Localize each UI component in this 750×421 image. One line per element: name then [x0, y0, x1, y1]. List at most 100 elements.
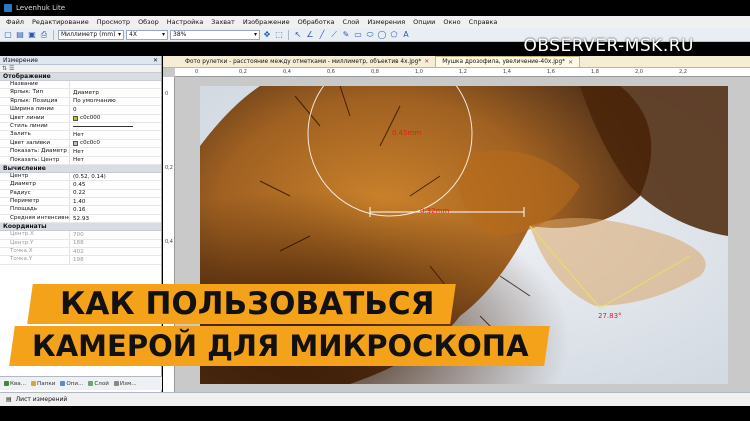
prop-key: Радиус: [0, 189, 70, 198]
prop-row[interactable]: Залить Нет: [0, 131, 161, 140]
prop-row[interactable]: Ярлык: Позиция По умолчанию: [0, 97, 161, 107]
prop-value: По умолчанию: [73, 98, 116, 105]
measure-sheet-tab[interactable]: Лист измерений: [16, 396, 68, 403]
ruler-label: 2,2: [679, 69, 687, 75]
bottom-bar: [0, 406, 750, 421]
print-icon[interactable]: ⎙: [39, 30, 49, 40]
menu-view[interactable]: Просмотр: [93, 18, 134, 26]
prop-row[interactable]: Центр (0.52, 0.14): [0, 172, 161, 182]
diameter-label: 0.45mm: [392, 129, 422, 137]
unit-select[interactable]: Миллиметр (mm) ▾: [58, 29, 124, 40]
tab-layer[interactable]: Слой: [86, 380, 111, 388]
menu-browse[interactable]: Обзор: [134, 18, 163, 26]
tab-label: Слой: [94, 380, 109, 387]
prop-row[interactable]: Показать: Диаметр / ...Нет: [0, 148, 161, 157]
tab-folders[interactable]: Папки: [29, 380, 57, 388]
prop-row[interactable]: Стиль линии: [0, 122, 161, 132]
polyline-tool-icon[interactable]: ⟋: [329, 30, 339, 40]
fill-color-value: c0c0c0: [80, 140, 100, 147]
prop-row[interactable]: Периметр 1.40: [0, 198, 161, 207]
close-icon[interactable]: ✕: [424, 58, 429, 65]
prop-key: Ярлык: Тип: [0, 89, 70, 97]
close-icon[interactable]: ✕: [568, 59, 573, 66]
prop-key: Центр: [0, 172, 70, 181]
prop-row[interactable]: Название: [0, 81, 161, 90]
prop-row[interactable]: Центр.Y 188: [0, 239, 161, 249]
menu-window[interactable]: Окно: [439, 18, 464, 26]
zoom-select[interactable]: 38% ▾: [170, 29, 260, 40]
prop-key: Средняя интенсивно...: [0, 214, 70, 223]
menu-help[interactable]: Справка: [465, 18, 502, 26]
prop-value: 0.45: [73, 181, 86, 188]
arrow-tool-icon[interactable]: ↖: [293, 30, 303, 40]
tab-camera[interactable]: Ква...: [2, 380, 28, 388]
ruler-label: 2,0: [635, 69, 643, 75]
section-calculation[interactable]: Вычисление: [0, 164, 161, 173]
new-icon[interactable]: ▢: [3, 30, 13, 40]
pen-tool-icon[interactable]: ✎: [341, 30, 351, 40]
prop-row[interactable]: Цвет заливки c0c0c0: [0, 139, 161, 149]
tab-label: Папки: [37, 380, 56, 387]
panel-toolbar: ⇅ ☰: [0, 65, 161, 73]
menu-capture[interactable]: Захват: [207, 18, 239, 26]
ruler-label: 1,4: [503, 69, 511, 75]
menu-options[interactable]: Опции: [409, 18, 439, 26]
line-tool-icon[interactable]: ╱: [317, 30, 327, 40]
section-display[interactable]: Отображение: [0, 73, 161, 81]
menu-file[interactable]: Файл: [2, 18, 28, 26]
section-coordinates[interactable]: Координаты: [0, 223, 161, 232]
panel-tabs: Ква... Папки Опи... Слой Изм...: [0, 376, 162, 390]
list-icon[interactable]: ☰: [9, 65, 14, 72]
prop-row[interactable]: Ярлык: Тип Диаметр: [0, 89, 161, 98]
objective-value: 4X: [129, 31, 137, 38]
prop-key: Периметр: [0, 198, 70, 206]
sheet-icon[interactable]: ▤: [6, 396, 12, 403]
menu-layer[interactable]: Слой: [339, 18, 364, 26]
menu-image[interactable]: Изображение: [239, 18, 294, 26]
angle-tool-icon[interactable]: ∠: [305, 30, 315, 40]
save-icon[interactable]: ▣: [27, 30, 37, 40]
circle-tool-icon[interactable]: ◯: [377, 30, 387, 40]
prop-row[interactable]: Точка.X 402: [0, 248, 161, 257]
pan-icon[interactable]: ✥: [262, 30, 272, 40]
tab-description[interactable]: Опи...: [58, 380, 85, 388]
prop-row[interactable]: Цвет линии c0c000: [0, 114, 161, 123]
sort-icon[interactable]: ⇅: [2, 65, 7, 72]
menu-measure[interactable]: Измерения: [363, 18, 409, 26]
prop-value: 402: [73, 248, 84, 255]
menu-setup[interactable]: Настройка: [163, 18, 207, 26]
prop-row[interactable]: Центр.X 700: [0, 231, 161, 240]
ruler-label: 0: [165, 91, 169, 97]
select-icon[interactable]: ⬚: [274, 30, 284, 40]
close-icon[interactable]: ✕: [153, 57, 161, 64]
prop-key: Точка.Y: [0, 256, 70, 264]
text-tool-icon[interactable]: A: [401, 30, 411, 40]
prop-row[interactable]: Точка.Y 198: [0, 256, 161, 265]
camera-icon: [4, 381, 9, 386]
prop-value: 198: [73, 257, 84, 264]
prop-value: Нет: [73, 157, 84, 164]
rect-tool-icon[interactable]: ▭: [353, 30, 363, 40]
polygon-tool-icon[interactable]: ⬠: [389, 30, 399, 40]
prop-row[interactable]: Средняя интенсивно...52.93: [0, 214, 161, 224]
prop-row[interactable]: Площадь 0.16: [0, 206, 161, 215]
prop-row[interactable]: Показать: Центр Нет: [0, 156, 161, 165]
prop-row[interactable]: Радиус 0.22: [0, 189, 161, 199]
line-color-swatch: [73, 115, 78, 121]
horizontal-ruler: 0 0,2 0,4 0,6 0,8 1,0 1,2 1,4 1,6 1,8 2,…: [175, 68, 750, 77]
menu-process[interactable]: Обработка: [294, 18, 339, 26]
prop-row[interactable]: Диаметр 0.45: [0, 181, 161, 190]
line-color-value: c0c000: [80, 115, 101, 122]
objective-select[interactable]: 4X ▾: [126, 29, 168, 40]
tab-measure[interactable]: Изм...: [112, 380, 139, 388]
prop-key: Центр.Y: [0, 239, 70, 248]
prop-row[interactable]: Ширина линии 0: [0, 106, 161, 115]
ellipse-tool-icon[interactable]: ⬭: [365, 30, 375, 40]
prop-key: Стиль линии: [0, 122, 70, 131]
prop-value: 0: [73, 106, 77, 113]
open-icon[interactable]: ▤: [15, 30, 25, 40]
doc-tab-ruler-photo[interactable]: Фото рулетки - расстояние между отметкам…: [179, 56, 435, 67]
menu-edit[interactable]: Редактирование: [28, 18, 93, 26]
doc-tab-drosophila[interactable]: Мушка дрозофила, увеличение-40х.jpg* ✕: [435, 56, 581, 67]
info-icon: [60, 381, 66, 386]
